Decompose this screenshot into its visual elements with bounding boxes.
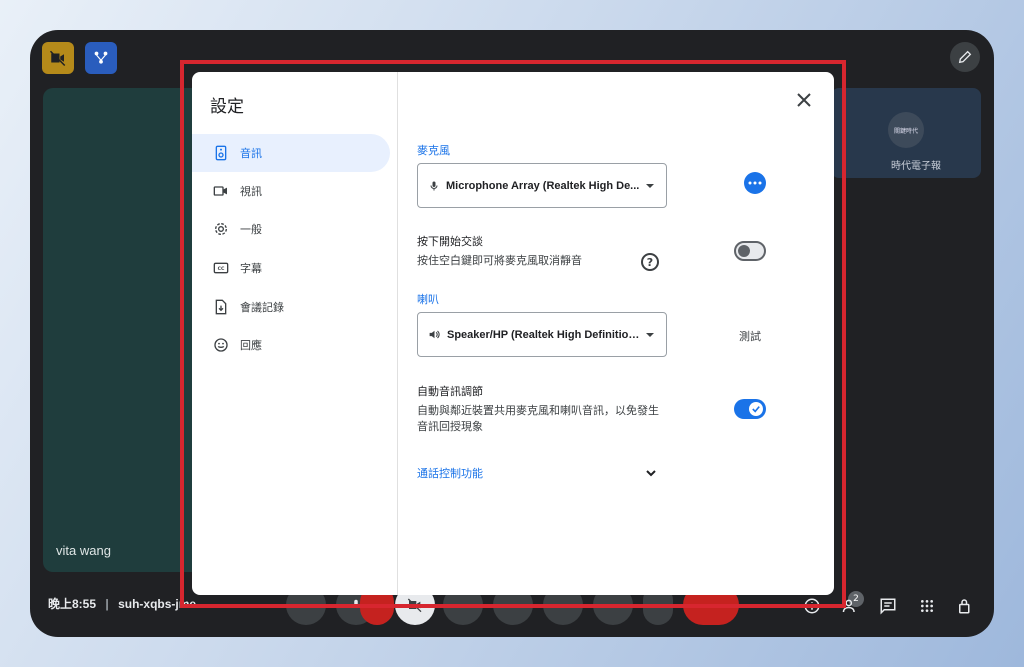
- auto-audio-desc-2: 音訊回授現象: [417, 420, 483, 433]
- chevron-down-icon: [646, 183, 654, 188]
- nav-item-reactions[interactable]: 回應: [192, 326, 390, 364]
- auto-audio-toggle[interactable]: [734, 399, 766, 419]
- participant-name: vita wang: [56, 543, 111, 558]
- gear-icon: [212, 220, 230, 238]
- people-network-icon[interactable]: [85, 42, 117, 74]
- host-controls-lock-icon[interactable]: [954, 595, 976, 617]
- check-icon: [752, 406, 760, 413]
- participant-avatar: 關鍵時代: [888, 112, 924, 148]
- close-button[interactable]: [794, 90, 814, 110]
- smiley-icon: [212, 336, 230, 354]
- push-to-talk-title: 按下開始交談: [417, 235, 483, 248]
- push-to-talk-toggle[interactable]: [734, 241, 766, 261]
- captions-icon: CC: [212, 259, 230, 277]
- nav-item-transcript[interactable]: 會議記錄: [192, 288, 390, 326]
- close-icon: [797, 93, 811, 107]
- edit-pencil-icon[interactable]: [950, 42, 980, 72]
- microphone-select[interactable]: Microphone Array (Realtek High De...: [417, 163, 667, 208]
- video-icon: [212, 182, 230, 200]
- participant-name-side: 時代電子報: [891, 161, 941, 172]
- nav-item-general[interactable]: 一般: [192, 210, 390, 248]
- nav-item-audio[interactable]: 音訊: [192, 134, 390, 172]
- camera-off-indicator-icon[interactable]: [42, 42, 74, 74]
- transcript-icon: [212, 298, 230, 316]
- auto-audio-title: 自動音訊調節: [417, 385, 483, 398]
- participant-tile-side: 關鍵時代 時代電子報: [831, 88, 981, 178]
- chat-icon[interactable]: [877, 595, 899, 617]
- push-to-talk-desc: 按住空白鍵即可將麥克風取消靜音: [417, 254, 582, 267]
- speaker-select[interactable]: Speaker/HP (Realtek High Definition...: [417, 312, 667, 357]
- microphone-icon: [430, 181, 438, 190]
- chevron-down-icon[interactable]: [644, 465, 658, 479]
- auto-audio-desc-1: 自動與鄰近裝置共用麥克風和喇叭音訊，以免發生: [417, 404, 659, 417]
- help-icon[interactable]: ?: [641, 253, 659, 271]
- microphone-section-label: 麥克風: [417, 144, 450, 157]
- more-horiz-icon: [748, 181, 762, 185]
- svg-text:CC: CC: [218, 266, 225, 272]
- nav-item-video[interactable]: 視訊: [192, 172, 390, 210]
- apps-grid-icon[interactable]: [916, 595, 938, 617]
- volume-icon: [429, 330, 440, 339]
- call-controls-label[interactable]: 通話控制功能: [417, 465, 483, 481]
- mic-more-options-button[interactable]: [744, 172, 766, 194]
- speaker-test-button[interactable]: 測試: [739, 328, 761, 344]
- nav-item-captions[interactable]: CC 字幕: [192, 249, 390, 287]
- chevron-down-icon: [646, 332, 654, 337]
- dialog-title: 設定: [210, 97, 244, 117]
- settings-dialog: 設定 音訊 視訊 一般 CC 字幕 會議記錄 回應 麥克風 Microphone…: [192, 72, 834, 595]
- speaker-icon: [212, 144, 230, 162]
- speaker-section-label: 喇叭: [417, 293, 439, 306]
- info-icon[interactable]: [801, 595, 823, 617]
- meeting-time-and-code: 晚上8:55 | suh-xqbs-jme: [48, 597, 197, 611]
- settings-sidebar: 設定 音訊 視訊 一般 CC 字幕 會議記錄 回應: [192, 72, 398, 595]
- people-icon[interactable]: [840, 595, 862, 617]
